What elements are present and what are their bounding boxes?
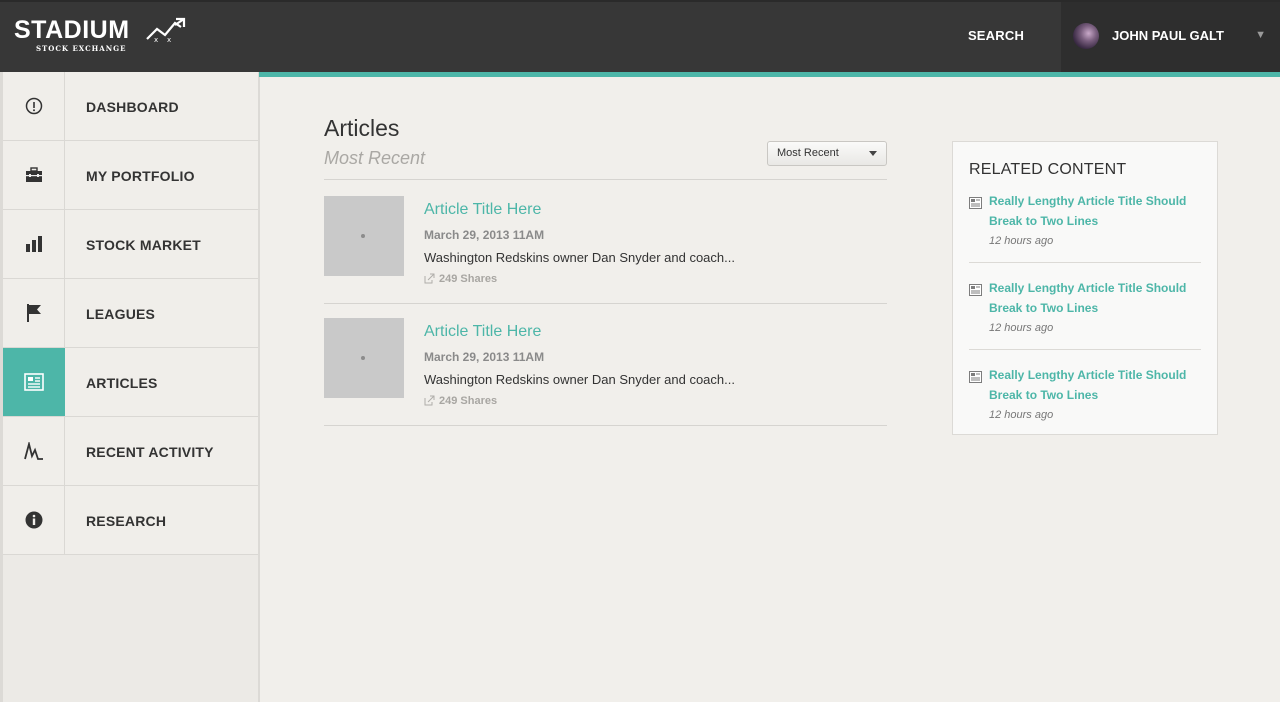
sort-dropdown[interactable]: Most Recent (767, 141, 887, 166)
newspaper-icon (3, 348, 65, 416)
sidebar-item-articles[interactable]: ARTICLES (3, 348, 258, 417)
avatar (1073, 23, 1099, 49)
shares-count: 249 Shares (439, 395, 498, 407)
shares-count: 249 Shares (439, 273, 498, 285)
article-title-link[interactable]: Article Title Here (424, 201, 541, 219)
article-item: Article Title Here March 29, 2013 11AM W… (324, 318, 887, 425)
svg-text:x: x (167, 36, 171, 43)
related-item: Really Lengthy Article Title Should Brea… (969, 365, 1201, 452)
main-content: Articles Most Recent Most Recent Article… (260, 77, 1280, 702)
related-timestamp: 12 hours ago (989, 235, 1054, 247)
related-article-link[interactable]: Really Lengthy Article Title Should Brea… (989, 278, 1199, 318)
info-icon (3, 486, 65, 554)
chevron-down-icon[interactable]: ▼ (1255, 2, 1266, 68)
divider (969, 262, 1201, 263)
user-name: JOHN PAUL GALT (1112, 28, 1224, 43)
article-shares[interactable]: 249 Shares (424, 395, 497, 407)
article-thumbnail[interactable] (324, 318, 404, 398)
article-thumbnail[interactable] (324, 196, 404, 276)
related-heading: RELATED CONTENT (969, 161, 1127, 178)
sidebar-item-label: DASHBOARD (86, 99, 179, 115)
divider (324, 179, 887, 180)
related-article-link[interactable]: Really Lengthy Article Title Should Brea… (989, 365, 1199, 405)
article-excerpt: Washington Redskins owner Dan Snyder and… (424, 250, 735, 265)
logo-text: STADIUM (14, 16, 130, 44)
related-content-panel: RELATED CONTENT Really Lengthy Article T… (952, 141, 1218, 435)
article-shares[interactable]: 249 Shares (424, 273, 497, 285)
stock-graph-icon: x x (146, 17, 186, 43)
sidebar-item-leagues[interactable]: LEAGUES (3, 279, 258, 348)
sidebar-item-label: RESEARCH (86, 513, 167, 529)
flag-icon (3, 279, 65, 347)
divider (324, 303, 887, 304)
sidebar-item-label: STOCK MARKET (86, 237, 201, 253)
related-timestamp: 12 hours ago (989, 322, 1054, 334)
newspaper-icon (969, 197, 982, 209)
share-icon (424, 273, 435, 284)
page-subtitle: Most Recent (324, 148, 426, 168)
sidebar-item-label: ARTICLES (86, 375, 158, 391)
newspaper-icon (969, 284, 982, 296)
sidebar-item-label: LEAGUES (86, 306, 156, 322)
activity-icon (3, 417, 65, 485)
image-placeholder-icon (361, 234, 365, 238)
sidebar: DASHBOARD MY PORTFOLIO STOCK MARKET LEAG… (0, 72, 260, 702)
user-menu[interactable]: JOHN PAUL GALT ▼ (1061, 2, 1280, 72)
newspaper-icon (969, 371, 982, 383)
bar-chart-icon (3, 210, 65, 278)
stadium-logo[interactable]: STADIUM STOCK EXCHANGE x x (14, 16, 194, 60)
sidebar-item-research[interactable]: RESEARCH (3, 486, 258, 555)
divider (969, 349, 1201, 350)
divider (324, 425, 887, 426)
logo-subtext: STOCK EXCHANGE (36, 44, 127, 53)
share-icon (424, 395, 435, 406)
related-article-link[interactable]: Really Lengthy Article Title Should Brea… (989, 191, 1199, 231)
sidebar-item-stock-market[interactable]: STOCK MARKET (3, 210, 258, 279)
article-date: March 29, 2013 11AM (424, 350, 545, 364)
svg-text:x: x (154, 36, 158, 43)
sidebar-item-label: RECENT ACTIVITY (86, 444, 214, 460)
sidebar-item-recent-activity[interactable]: RECENT ACTIVITY (3, 417, 258, 486)
related-item: Really Lengthy Article Title Should Brea… (969, 191, 1201, 278)
sidebar-item-my-portfolio[interactable]: MY PORTFOLIO (3, 141, 258, 210)
sort-selected-value: Most Recent (777, 147, 839, 159)
page-title: Articles (324, 115, 400, 141)
article-excerpt: Washington Redskins owner Dan Snyder and… (424, 372, 735, 387)
image-placeholder-icon (361, 356, 365, 360)
article-item: Article Title Here March 29, 2013 11AM W… (324, 196, 887, 303)
sidebar-item-label: MY PORTFOLIO (86, 168, 195, 184)
related-timestamp: 12 hours ago (989, 409, 1054, 421)
sidebar-item-dashboard[interactable]: DASHBOARD (3, 72, 258, 141)
caret-down-icon (869, 151, 877, 156)
article-title-link[interactable]: Article Title Here (424, 323, 541, 341)
related-item: Really Lengthy Article Title Should Brea… (969, 278, 1201, 365)
dashboard-icon (3, 72, 65, 140)
article-date: March 29, 2013 11AM (424, 228, 545, 242)
top-bar: STADIUM STOCK EXCHANGE x x SEARCH JOHN P… (0, 0, 1280, 72)
briefcase-icon (3, 141, 65, 209)
search-link[interactable]: SEARCH (950, 2, 1042, 72)
